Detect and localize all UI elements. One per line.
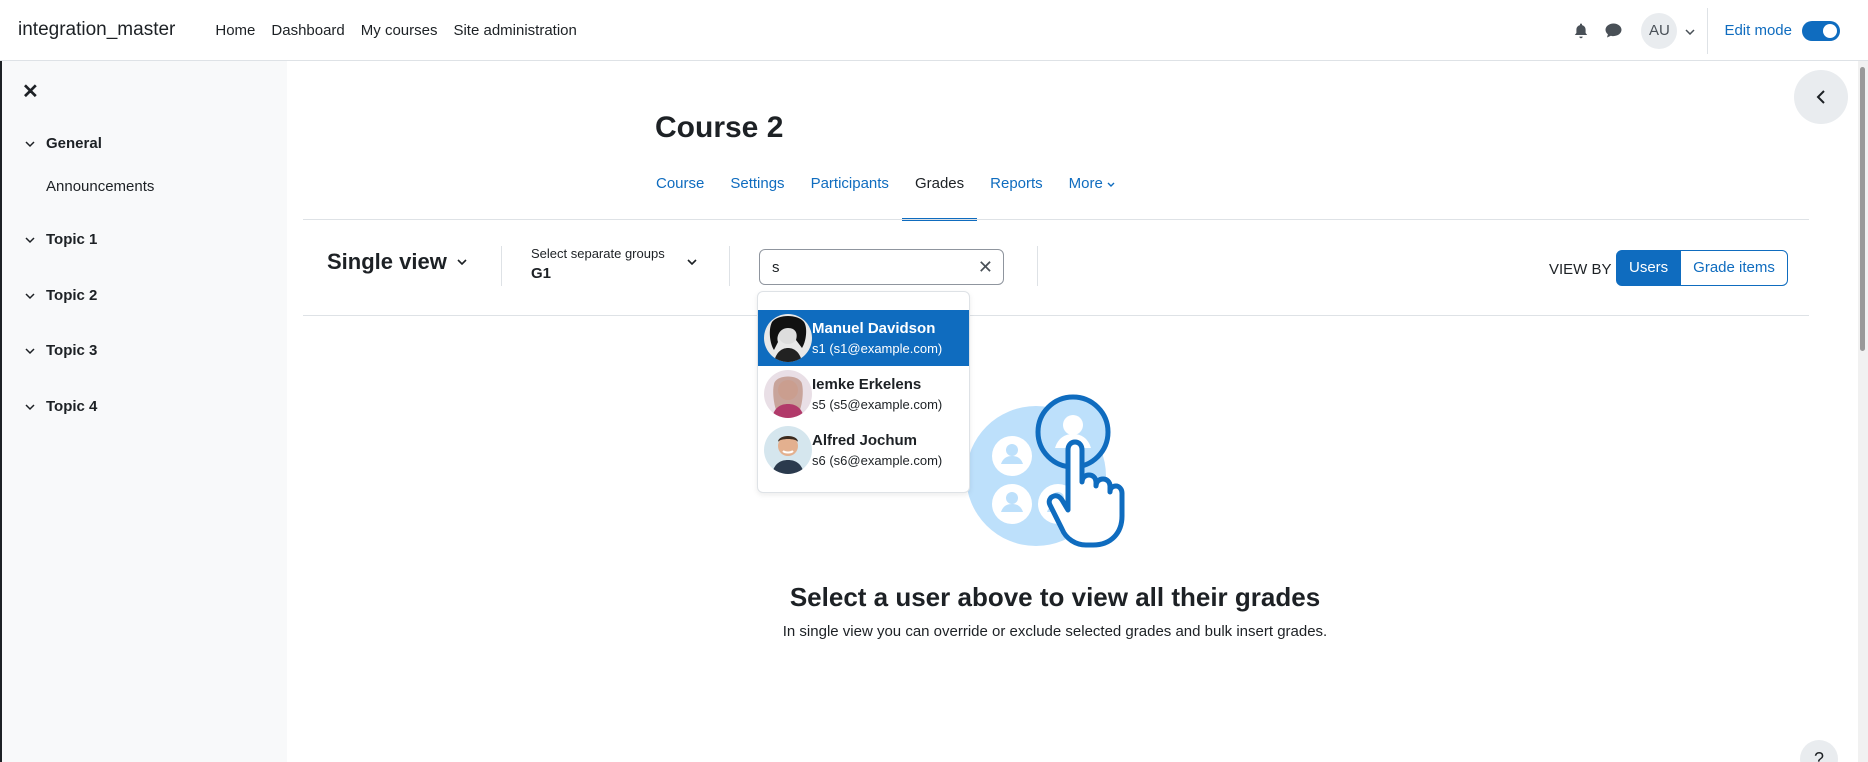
select-user-illustration <box>966 394 1125 548</box>
divider <box>729 246 730 286</box>
messages-icon[interactable] <box>1597 15 1629 47</box>
divider <box>501 246 502 286</box>
chevron-down-icon[interactable] <box>24 401 36 413</box>
edit-mode-control[interactable]: Edit mode <box>1724 20 1840 41</box>
section-title[interactable]: Topic 2 <box>46 287 97 304</box>
tab-course[interactable]: Course <box>643 169 717 221</box>
section-general[interactable]: General <box>24 135 102 152</box>
report-selector[interactable]: Single view <box>327 249 467 275</box>
tab-grades[interactable]: Grades <box>901 169 978 221</box>
chevron-down-icon[interactable] <box>457 259 467 265</box>
report-selector-label[interactable]: Single view <box>327 249 447 275</box>
section-topic-1[interactable]: Topic 1 <box>24 231 97 248</box>
divider <box>303 219 1809 220</box>
clear-search-icon[interactable]: ✕ <box>978 257 993 278</box>
view-by-users-button[interactable]: Users <box>1616 250 1682 286</box>
user-search-input[interactable] <box>760 250 960 284</box>
group-selector-label: Select separate groups <box>531 246 665 261</box>
tab-reports[interactable]: Reports <box>977 169 1056 221</box>
list-item[interactable]: Alfred Jochum s6 (s6@example.com) <box>758 422 969 478</box>
navbar-right: AU Edit mode <box>1565 0 1868 61</box>
view-by-grade-items-button[interactable]: Grade items <box>1681 250 1788 286</box>
chevron-down-icon[interactable] <box>24 290 36 302</box>
tab-more[interactable]: More <box>1056 169 1128 221</box>
course-index-drawer: ✕ General Announcements Topic 1 Topic 2 … <box>0 61 287 762</box>
empty-state-title: Select a user above to view all their gr… <box>789 582 1321 612</box>
avatar <box>764 426 812 474</box>
view-by-label: VIEW BY <box>1549 261 1612 278</box>
open-block-drawer-button[interactable] <box>1794 70 1848 124</box>
user-info: Manuel Davidson s1 (s1@example.com) <box>812 320 942 356</box>
section-topic-3[interactable]: Topic 3 <box>24 342 97 359</box>
divider <box>303 315 1809 316</box>
chevron-down-icon[interactable] <box>687 259 697 265</box>
course-secondary-navigation: Course Settings Participants Grades Repo… <box>643 169 1128 221</box>
activity-announcements[interactable]: Announcements <box>46 178 154 195</box>
group-selector[interactable]: Select separate groups G1 <box>531 246 665 282</box>
list-item[interactable]: Manuel Davidson s1 (s1@example.com) <box>758 310 969 366</box>
tab-participants[interactable]: Participants <box>798 169 902 221</box>
primary-navigation: Home Dashboard My courses Site administr… <box>207 0 585 61</box>
close-icon[interactable]: ✕ <box>22 79 39 104</box>
section-topic-4[interactable]: Topic 4 <box>24 398 97 415</box>
chevron-down-icon[interactable] <box>1107 182 1115 188</box>
user-name: Alfred Jochum <box>812 432 918 449</box>
chevron-down-icon[interactable] <box>1685 22 1695 39</box>
avatar[interactable]: AU <box>1641 12 1678 49</box>
section-topic-2[interactable]: Topic 2 <box>24 287 97 304</box>
chevron-down-icon[interactable] <box>24 234 36 246</box>
user-menu[interactable]: AU <box>1641 12 1695 49</box>
top-navbar: integration_master Home Dashboard My cou… <box>0 0 1868 61</box>
avatar <box>764 370 812 418</box>
list-item[interactable]: Iemke Erkelens s5 (s5@example.com) <box>758 366 969 422</box>
section-title[interactable]: Topic 4 <box>46 398 97 415</box>
page-title: Course 2 <box>655 111 784 144</box>
user-info: Iemke Erkelens s5 (s5@example.com) <box>812 376 942 412</box>
tertiary-navigation: Single view Select separate groups G1 ✕ … <box>303 221 1809 305</box>
section-title[interactable]: Topic 1 <box>46 231 97 248</box>
section-title[interactable]: Topic 3 <box>46 342 97 359</box>
nav-dashboard-link[interactable]: Dashboard <box>263 0 352 61</box>
page-scrollbar[interactable] <box>1858 61 1868 762</box>
chevron-down-icon[interactable] <box>24 138 36 150</box>
chevron-left-icon[interactable] <box>1816 89 1826 105</box>
user-search-box[interactable]: ✕ <box>759 249 1004 285</box>
nav-site-administration-link[interactable]: Site administration <box>445 0 584 61</box>
edit-mode-label: Edit mode <box>1724 22 1792 39</box>
nav-home-link[interactable]: Home <box>207 0 263 61</box>
tab-settings[interactable]: Settings <box>717 169 797 221</box>
user-name: Iemke Erkelens <box>812 376 922 393</box>
notification-bell-icon[interactable] <box>1565 15 1597 47</box>
user-name: Manuel Davidson <box>812 320 936 337</box>
user-email: s1 (s1@example.com) <box>812 341 943 356</box>
user-search-results: Manuel Davidson s1 (s1@example.com) Iemk… <box>757 291 970 493</box>
nav-my-courses-link[interactable]: My courses <box>353 0 446 61</box>
user-email: s5 (s5@example.com) <box>812 397 943 412</box>
avatar <box>764 314 812 362</box>
chevron-down-icon[interactable] <box>24 345 36 357</box>
scrollbar-thumb[interactable] <box>1860 67 1865 351</box>
tab-more-label[interactable]: More <box>1069 175 1103 192</box>
group-selector-value[interactable]: G1 <box>531 265 665 282</box>
site-name[interactable]: integration_master <box>18 19 175 41</box>
divider <box>1037 246 1038 286</box>
navbar-divider <box>1707 7 1709 54</box>
user-info: Alfred Jochum s6 (s6@example.com) <box>812 432 942 468</box>
empty-state-subtitle: In single view you can override or exclu… <box>782 623 1328 640</box>
section-title[interactable]: General <box>46 135 102 152</box>
view-by-toggle: Users Grade items <box>1616 250 1788 286</box>
edit-mode-toggle[interactable] <box>1802 20 1840 41</box>
user-email: s6 (s6@example.com) <box>812 453 943 468</box>
